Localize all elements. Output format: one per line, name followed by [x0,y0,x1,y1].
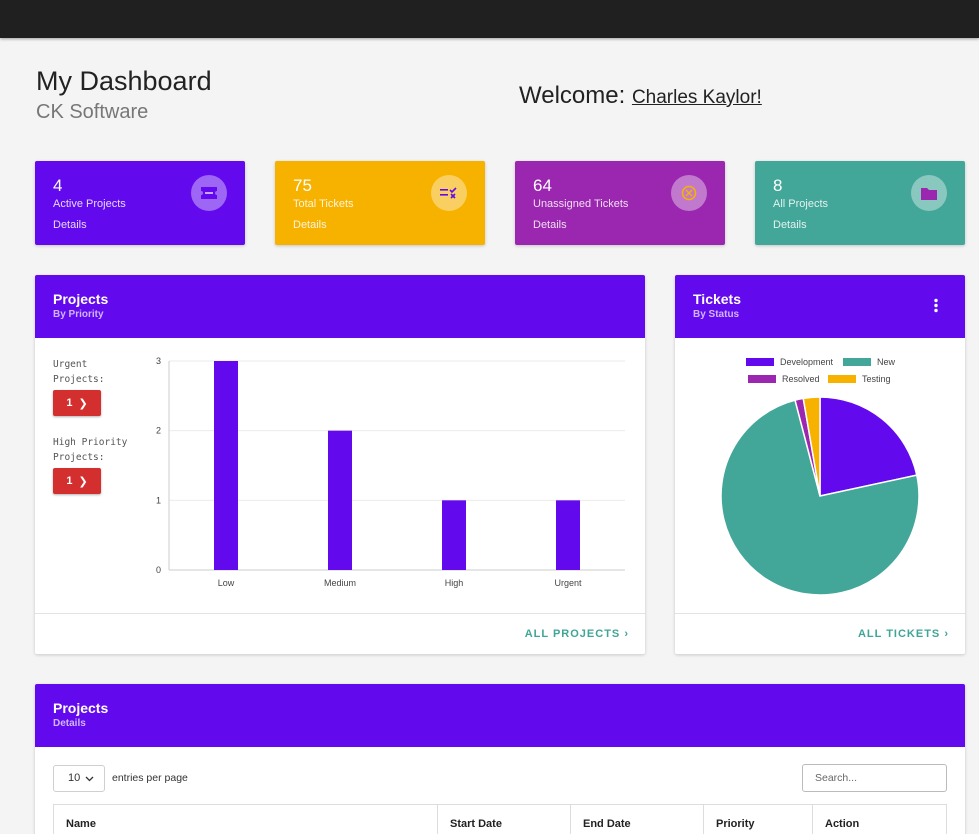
all-tickets-link[interactable]: ALL TICKETS › [858,628,949,640]
ticket-icon [191,175,227,211]
all-projects-link[interactable]: ALL PROJECTS › [525,628,629,640]
folder-icon [911,175,947,211]
high-priority-count: 1 [66,475,73,487]
stat-card-total-tickets: 75 Total Tickets Details [275,161,485,245]
card-header: Tickets By Status [675,275,965,338]
priority-bar-chart: 0 1 2 3 Low Medium High Urgent [156,356,625,588]
stat-card-active-projects: 4 Active Projects Details [35,161,245,245]
unassigned-icon [671,175,707,211]
y-tick-label: 1 [156,495,161,505]
stat-value: 8 [773,176,783,195]
legend-swatch [748,375,776,383]
card-footer: ALL TICKETS › [675,613,965,654]
card-footer: ALL PROJECTS › [35,613,645,654]
stat-value: 64 [533,176,552,195]
stat-card-unassigned-tickets: 64 Unassigned Tickets Details [515,161,725,245]
legend-swatch [843,358,871,366]
card-title: Tickets [693,291,741,307]
bar-high[interactable] [442,500,466,570]
projects-priority-card: Projects By Priority Urgent Projects: 1 ❯… [35,275,645,654]
x-tick-label: High [445,578,464,588]
card-subtitle: By Priority [53,309,104,320]
card-header: Projects By Priority [35,275,645,338]
page-size-value: 10 [68,772,81,784]
bar-urgent[interactable] [556,500,580,570]
card-title: Projects [53,291,109,307]
top-navbar [0,0,979,38]
table-header-row: Name Start Date End Date Priority Action [53,804,947,834]
all-tickets-label: ALL TICKETS [857,628,941,640]
bar-medium[interactable] [328,430,352,570]
all-projects-label: ALL PROJECTS [524,628,621,640]
column-header-name[interactable]: Name [54,805,438,834]
high-priority-projects-button[interactable]: 1 ❯ [53,468,101,494]
user-name-link[interactable]: Charles Kaylor! [632,87,762,108]
tickets-status-card: Tickets By Status Development New Resolved… [675,275,965,654]
y-tick-label: 3 [156,356,161,366]
legend-label[interactable]: Resolved [782,374,820,384]
page-size-select[interactable]: 10 [53,765,105,792]
bar-low[interactable] [214,361,238,570]
page-title: My Dashboard [36,66,212,96]
stat-details-link[interactable]: Details [293,219,327,231]
chevron-right-icon: ❯ [78,397,88,410]
checklist-icon [431,175,467,211]
stat-value: 75 [293,176,312,195]
stat-details-link[interactable]: Details [773,219,807,231]
column-header-start-date[interactable]: Start Date [438,805,571,834]
x-tick-label: Low [218,578,235,588]
company-name: CK Software [36,101,149,123]
chevron-down-icon [85,773,94,785]
stat-value: 4 [53,176,63,195]
welcome-label: Welcome: [519,82,626,109]
status-pie-chart: Development New Resolved Testing [720,357,920,596]
search-input[interactable] [802,764,947,792]
urgent-projects-label: Urgent Projects: [53,359,105,385]
chevron-right-icon: › [944,628,949,640]
legend-swatch [746,358,774,366]
x-tick-label: Urgent [554,578,582,588]
high-priority-projects-label: High Priority Projects: [53,437,128,463]
y-tick-label: 0 [156,565,161,575]
urgent-projects-button[interactable]: 1 ❯ [53,390,101,416]
stat-label: Active Projects [53,198,126,210]
stat-details-link[interactable]: Details [53,219,87,231]
chevron-right-icon: ❯ [78,475,88,488]
entries-per-page-label: entries per page [112,772,188,784]
y-tick-label: 2 [156,426,161,436]
urgent-count: 1 [66,397,73,409]
stat-label: Unassigned Tickets [533,198,629,210]
stat-card-all-projects: 8 All Projects Details [755,161,965,245]
legend-swatch [828,375,856,383]
card-subtitle: By Status [693,309,740,320]
card-title: Projects [53,700,109,716]
more-vert-icon[interactable] [931,298,941,314]
legend-label[interactable]: New [877,357,896,367]
welcome-message: Welcome: Charles Kaylor! [519,82,762,110]
chevron-right-icon: › [624,628,629,640]
stat-label: All Projects [773,198,829,210]
card-header: Projects Details [35,684,965,747]
card-subtitle: Details [53,718,86,729]
legend-label[interactable]: Testing [862,374,891,384]
stat-label: Total Tickets [293,198,354,210]
column-header-action[interactable]: Action [813,805,946,834]
stat-details-link[interactable]: Details [533,219,567,231]
column-header-priority[interactable]: Priority [704,805,813,834]
x-tick-label: Medium [324,578,356,588]
legend-label[interactable]: Development [780,357,834,367]
column-header-end-date[interactable]: End Date [571,805,704,834]
